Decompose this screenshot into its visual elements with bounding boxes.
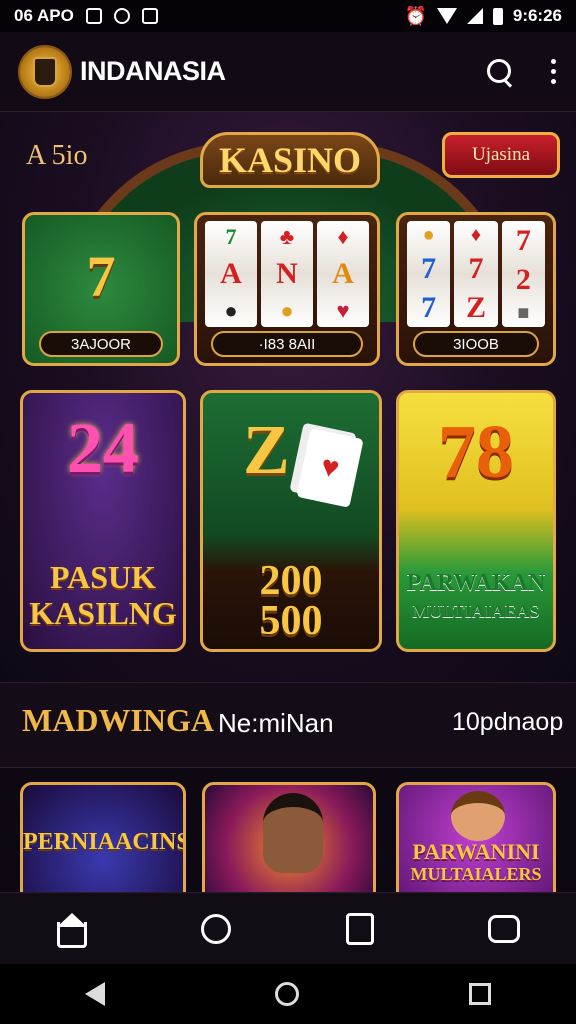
tab-10pdnaop[interactable]: 10pdnaop <box>452 708 563 737</box>
tab-neminan[interactable]: Ne:miNan <box>218 708 334 739</box>
status-time: 9:6:26 <box>512 6 562 25</box>
chat-search-icon[interactable] <box>198 911 234 947</box>
promo-number: Z <box>243 412 290 489</box>
app-bar: INDANASIA <box>0 32 576 112</box>
tab-madwinga[interactable]: MADWINGA <box>22 702 214 739</box>
bottom-navigation <box>0 892 576 964</box>
slot-plate: ·I83 8AII <box>211 331 363 357</box>
promo-caption: 200 500 <box>259 558 323 644</box>
slot-card[interactable]: 7 3AJOOR <box>22 212 180 366</box>
kasino-banner: KASINO <box>200 132 380 188</box>
back-icon[interactable] <box>85 982 105 1006</box>
section-label: A 5io <box>26 140 88 171</box>
slot-reels: 7 A ● ♣ N ● ♦ A ♥ <box>205 221 369 327</box>
system-navigation-bar <box>0 964 576 1024</box>
app-logo[interactable] <box>20 46 70 97</box>
search-icon[interactable] <box>485 57 515 87</box>
slot-plate: 3IOOB <box>413 331 539 357</box>
alarm-icon: ⏰ <box>404 5 427 26</box>
cta-button[interactable]: Ujasina <box>442 132 560 178</box>
home-icon[interactable] <box>54 911 90 948</box>
app-title: INDANASIA <box>80 56 226 86</box>
games-row: PERNIAACINS PARWANINI MULTAIALERS <box>0 768 576 892</box>
game-card[interactable] <box>202 782 376 892</box>
home-circle-icon[interactable] <box>275 982 299 1006</box>
promo-card[interactable]: 24 PASUK KASILNG <box>20 390 186 652</box>
status-left-text: 06 APO <box>14 6 74 25</box>
slot-card[interactable]: 7 A ● ♣ N ● ♦ A ♥ ·I83 8AII <box>194 212 380 366</box>
promo-number: 24 <box>67 408 139 488</box>
promo-caption: PARWAKAN MULTIAIAEAS <box>406 570 546 621</box>
app-notification-icon <box>113 8 130 24</box>
promo-card[interactable]: Z ♥ 200 500 <box>200 390 382 652</box>
game-card[interactable]: PARWANINI MULTAIALERS <box>396 782 556 892</box>
message-notification-icon <box>141 8 158 24</box>
promo-caption: PASUK KASILNG <box>29 559 177 631</box>
wifi-icon <box>436 8 457 24</box>
game-label: PERNIAACINS <box>23 829 186 855</box>
character-avatar <box>451 791 505 841</box>
recents-icon[interactable] <box>469 983 491 1005</box>
player-avatar <box>263 793 323 873</box>
message-icon[interactable] <box>486 911 522 947</box>
slot-card[interactable]: ● 7 7 ♦ 7 Z 7 2 ■ 3IOOB <box>396 212 556 366</box>
status-bar: 06 APO ⏰ 9:6:26 <box>0 0 576 32</box>
promo-number: 78 <box>438 410 514 494</box>
hero-section: A 5io KASINO Ujasina 7 3AJOOR 7 A ● ♣ N ● ♦ A… <box>0 112 576 682</box>
game-label: PARWANINI MULTAIALERS <box>410 839 542 885</box>
more-options-icon[interactable] <box>551 59 556 84</box>
notification-icon <box>85 8 102 24</box>
slot-reels: ● 7 7 ♦ 7 Z 7 2 ■ <box>407 221 545 327</box>
signal-icon <box>466 8 483 24</box>
slot-symbol-seven: 7 <box>86 244 116 309</box>
battery-icon <box>492 7 503 25</box>
playing-cards-icon: ♥ <box>296 428 364 508</box>
game-card[interactable]: PERNIAACINS <box>20 782 186 892</box>
wallet-icon[interactable] <box>342 911 378 947</box>
promo-card[interactable]: 78 PARWAKAN MULTIAIAEAS <box>396 390 556 652</box>
slot-plate: 3AJOOR <box>39 331 163 357</box>
